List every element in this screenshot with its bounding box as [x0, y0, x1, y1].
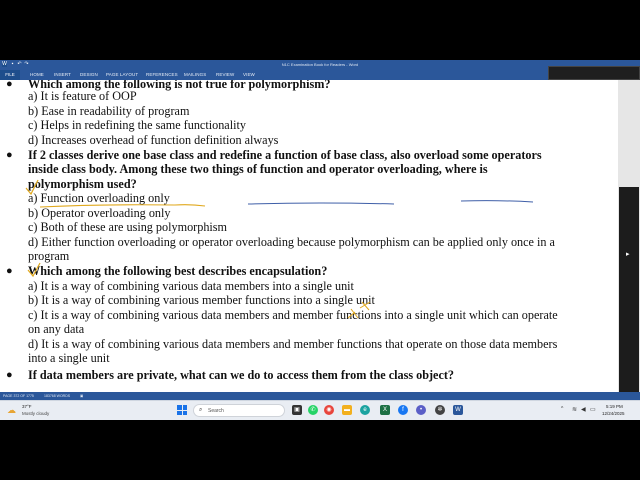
tab-insert[interactable]: INSERT: [54, 72, 71, 77]
option-line: d) It is a way of combining various data…: [28, 337, 558, 351]
tab-file[interactable]: FILE: [0, 70, 20, 80]
file-explorer-icon[interactable]: ▬: [342, 405, 352, 415]
option-line: a) Function overloading only: [28, 191, 170, 205]
word-app-icon[interactable]: W: [453, 405, 463, 415]
taskbar: ☁ 37°F Mostly cloudy ⌕ Search ▣ ✆ ◉ ▬ e …: [0, 400, 640, 420]
question-line: If data members are private, what can we…: [28, 368, 455, 382]
tab-page-layout[interactable]: PAGE LAYOUT: [106, 72, 138, 77]
bullet-icon: ●: [6, 149, 13, 161]
ribbon-tabs: FILE HOME INSERT DESIGN PAGE LAYOUT REFE…: [0, 70, 640, 80]
teams-icon[interactable]: •: [416, 405, 426, 415]
overlay-panel: [548, 66, 640, 80]
option-line: b) Operator overloading only: [28, 206, 171, 220]
weather-desc[interactable]: Mostly cloudy: [22, 411, 49, 416]
tab-design[interactable]: DESIGN: [80, 72, 98, 77]
search-icon: ⌕: [199, 407, 203, 413]
title-bar: W ▪ ↶ ↷ N1C Examination Book for Readers…: [0, 60, 640, 70]
whatsapp-icon[interactable]: ✆: [308, 405, 318, 415]
tab-references[interactable]: REFERENCES: [146, 72, 178, 77]
document-page[interactable]: ● Which among the following is not true …: [0, 80, 618, 392]
battery-icon[interactable]: ▭: [590, 406, 596, 413]
bullet-icon: ●: [6, 369, 13, 381]
option-line: c) It is a way of combining various data…: [28, 308, 558, 322]
tab-mailings[interactable]: MAILINGS: [184, 72, 206, 77]
option-line: on any data: [28, 322, 85, 336]
bullet-icon: ●: [6, 80, 13, 90]
option-line: d) Increases overhead of function defini…: [28, 133, 279, 147]
question-line: polymorphism used?: [28, 177, 137, 191]
weather-temp[interactable]: 37°F: [22, 404, 32, 409]
page-count[interactable]: PAGE 372 OF 1775: [3, 394, 34, 398]
question-line: If 2 classes derive one base class and r…: [28, 148, 542, 162]
windows-start-icon[interactable]: [177, 405, 187, 415]
task-view-icon[interactable]: ▣: [292, 405, 302, 415]
tab-review[interactable]: REVIEW: [216, 72, 234, 77]
facebook-icon[interactable]: f: [398, 405, 408, 415]
chrome-icon[interactable]: ◉: [324, 405, 334, 415]
option-line: c) Helps in redefining the same function…: [28, 118, 246, 132]
option-line: b) Ease in readability of program: [28, 104, 190, 118]
option-line: d) Either function overloading or operat…: [28, 235, 555, 249]
volume-icon[interactable]: ◀: [581, 406, 586, 413]
window-title: N1C Examination Book for Readers - Word: [281, 62, 359, 67]
tab-view[interactable]: VIEW: [243, 72, 255, 77]
status-bar: PAGE 372 OF 1775 183768 WORDS ▣: [0, 392, 640, 400]
clock-time[interactable]: 5:19 PM: [606, 404, 623, 409]
word-window: W ▪ ↶ ↷ N1C Examination Book for Readers…: [0, 60, 640, 420]
scrollbar-thumb[interactable]: [619, 187, 639, 420]
wifi-icon[interactable]: ≋: [572, 406, 577, 413]
option-line: a) It is a way of combining various data…: [28, 279, 354, 293]
clock-date[interactable]: 12/24/2025: [602, 411, 625, 416]
word-count[interactable]: 183768 WORDS: [44, 394, 70, 398]
option-line: program: [28, 249, 70, 263]
settings-icon[interactable]: ✲: [435, 405, 445, 415]
mouse-cursor-icon: ▸: [626, 251, 630, 258]
option-line: c) Both of these are using polymorphism: [28, 220, 228, 234]
bullet-icon: ●: [6, 265, 13, 277]
search-label: Search: [208, 408, 224, 414]
question-line: Which among the following best describes…: [28, 264, 328, 278]
option-line: a) It is feature of OOP: [28, 89, 137, 103]
question-line: inside class body. Among these two thing…: [28, 162, 488, 176]
tab-home[interactable]: HOME: [30, 72, 44, 77]
weather-icon[interactable]: ☁: [7, 405, 16, 415]
tray-chevron-icon[interactable]: ^: [561, 406, 563, 412]
excel-icon[interactable]: X: [380, 405, 390, 415]
option-line: b) It is a way of combining various memb…: [28, 293, 375, 307]
option-line: into a single unit: [28, 351, 110, 365]
edge-icon[interactable]: e: [360, 405, 370, 415]
proofing-icon[interactable]: ▣: [80, 394, 83, 398]
taskbar-search[interactable]: ⌕ Search: [193, 404, 285, 417]
